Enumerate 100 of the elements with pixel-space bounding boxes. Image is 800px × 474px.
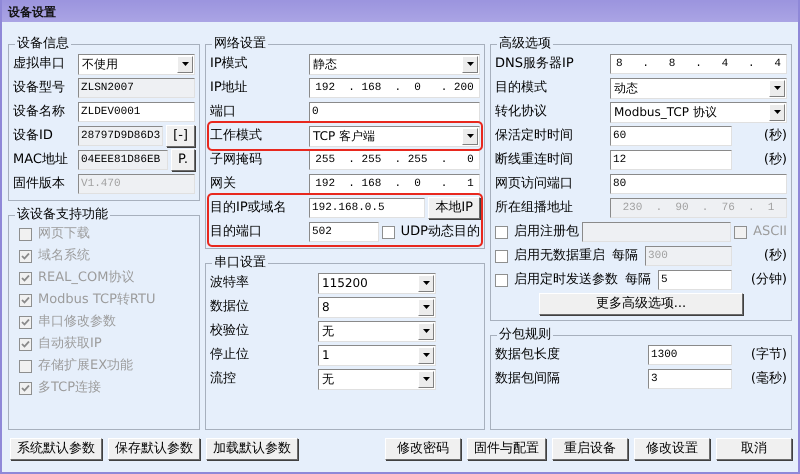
field-label: MAC地址 [13,151,69,170]
caret-icon [774,86,780,90]
field-label: 数据位 [210,298,250,316]
input-field[interactable]: 5 [658,270,732,290]
input-field[interactable]: 3 [648,369,732,389]
caret-icon [466,134,474,138]
caret-icon [182,62,188,66]
field-label: 目的模式 [495,79,548,98]
field-label: 固件版本 [13,175,66,194]
input-field[interactable]: 60 [610,126,732,146]
checkbox[interactable]: 启用定时发送参数 [495,270,618,290]
field-label: 流控 [210,370,237,388]
field-label: 保活定时时间 [495,127,574,146]
check-icon [21,340,30,348]
button[interactable]: 本地IP [428,197,480,219]
field-label: 设备型号 [13,79,66,98]
check-icon [21,274,30,282]
group-title: 串口设置 [213,255,267,271]
field-label: IP模式 [210,55,249,74]
input-field[interactable]: ZLDEV0001 [78,102,195,122]
input-field[interactable]: 192.168.0.5 [309,198,426,218]
button[interactable]: 更多高级选项... [538,293,744,315]
input-field[interactable]: 04EEE81D86EB [78,150,168,170]
dropdown[interactable]: 静态 [309,54,480,74]
field-label: 网页访问端口 [495,175,574,194]
field-label: IP地址 [210,79,249,98]
button[interactable]: 修改密码 [385,438,461,460]
dropdown[interactable]: Modbus_TCP 协议 [610,102,787,122]
input-field[interactable]: 28797D9D86D3 [78,126,164,146]
caret-icon [466,62,474,66]
input-field[interactable]: 192 . 168 . 0 . 1 [309,174,480,194]
input-field[interactable]: 1300 [648,345,732,365]
field-label: 子网掩码 [210,151,263,170]
field-label: DNS服务器IP [495,55,575,74]
field-label: 停止位 [210,346,250,364]
caret-icon [422,377,430,381]
field-label: 校验位 [210,322,250,340]
input-field[interactable]: 12 [610,150,732,170]
group-title: 设备信息 [16,36,70,52]
check-icon [21,318,30,326]
dropdown[interactable]: 动态 [610,78,787,98]
field-label: 每隔 [612,247,638,266]
caret-icon [422,329,430,333]
unit-label: (分钟) [750,271,787,290]
window-title: 设备设置 [2,0,798,22]
field-label: 目的IP或域名 [210,199,288,218]
button[interactable]: 重启设备 [552,438,628,460]
unit-label: (毫秒) [750,370,787,388]
field-label: 波特率 [210,274,250,292]
button[interactable]: 保存默认参数 [108,438,200,460]
dropdown[interactable]: 无 [318,320,436,342]
dropdown[interactable]: 不使用 [78,54,195,74]
unit-label: (秒) [762,151,787,170]
caret-icon [422,353,430,357]
unit-label: (秒) [762,247,787,266]
checkbox[interactable]: 启用注册包 [495,222,579,242]
dropdown[interactable]: 8 [318,296,436,318]
field-label: 数据包长度 [495,346,561,364]
group-title: 分包规则 [498,327,552,343]
input-field[interactable]: 8 . 8 . 4 . 4 [610,54,787,74]
input-field[interactable]: 0 [309,102,480,122]
unit-label: (秒) [762,127,787,146]
field-label: 网关 [210,175,237,194]
field-label: 转化协议 [495,103,548,122]
check-icon [21,384,30,392]
field-label: 每隔 [625,271,651,290]
input-field[interactable]: ZLSN2007 [78,78,195,98]
dropdown[interactable]: 无 [318,368,436,390]
checkbox[interactable]: UDP动态目的 [382,222,480,242]
field-label: 目的端口 [210,223,263,242]
dropdown[interactable]: TCP 客户端 [309,126,480,146]
field-label: 断线重连时间 [495,151,574,170]
button[interactable]: 取消 [716,438,792,460]
field-label: 工作模式 [210,127,263,146]
group-title: 高级选项 [498,36,552,52]
check-icon [21,252,30,260]
field-label: 设备名称 [13,103,66,122]
dropdown[interactable]: 1 [318,344,436,366]
button[interactable]: 修改设置 [634,438,710,460]
button[interactable]: [-] [166,125,195,147]
field-label: 设备ID [13,127,54,146]
field-label: 数据包间隔 [495,370,561,388]
field-label: 所在组播地址 [495,199,574,218]
input-field[interactable]: 502 [309,222,379,242]
button[interactable]: 固件与配置 [467,438,546,460]
input-field[interactable]: 255 . 255 . 255 . 0 [309,150,480,170]
field-label: 端口 [210,103,237,122]
group-title: 该设备支持功能 [16,207,109,223]
caret-icon [422,305,430,309]
button[interactable]: 系统默认参数 [10,438,102,460]
field-label: 虚拟串口 [13,55,66,74]
input-field[interactable]: 80 [610,174,787,194]
caret-icon [422,281,430,285]
button[interactable]: 加载默认参数 [206,438,298,460]
button[interactable]: P. [171,149,195,171]
checkbox[interactable]: 启用无数据重启 [495,246,605,266]
unit-label: (字节) [750,346,787,364]
input-field[interactable]: 192 . 168 . 0 . 200 [309,78,480,98]
caret-icon [774,110,780,114]
dropdown[interactable]: 115200 [318,272,436,294]
